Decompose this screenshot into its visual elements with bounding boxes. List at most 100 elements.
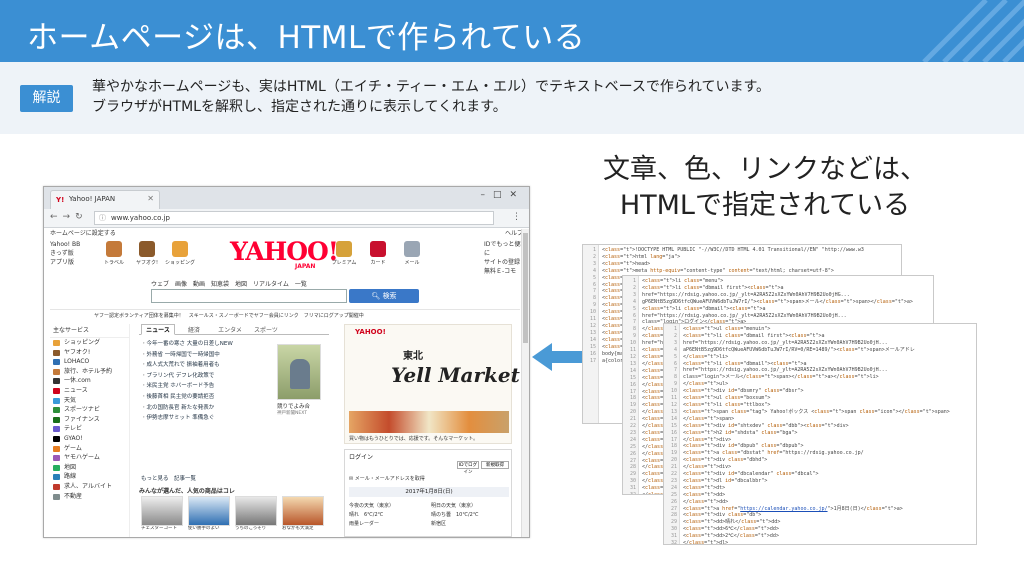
weather-today[interactable]: 今夜の天気（東京） 晴れ 6℃/2℃ 雨量レーダー xyxy=(349,502,394,529)
left-link-app[interactable]: アプリ版 xyxy=(50,258,80,267)
popular-item[interactable]: うちのこっそり xyxy=(235,496,277,532)
search-button[interactable]: 🔍︎ 検索 xyxy=(349,289,419,303)
sidebar-item[interactable]: ニュース xyxy=(50,386,129,396)
sidebar-item[interactable]: 旅行、ホテル予約 xyxy=(50,367,129,377)
sidebar-item-label: ファイナンス xyxy=(64,415,100,423)
cart-icon xyxy=(172,241,188,257)
sidebar-item-label: 路線 xyxy=(64,473,77,481)
browser-menu-icon[interactable]: ⋮ xyxy=(512,212,521,222)
service-travel[interactable]: トラベル xyxy=(99,241,129,266)
sidebar-item[interactable]: 一休.com xyxy=(50,376,129,386)
login-button[interactable]: IDでログイン xyxy=(457,461,479,475)
sidebar-item-label: ヤモハゲーム xyxy=(64,454,100,462)
mail-link[interactable]: ✉ メール・メールアドレスを取得 xyxy=(349,475,509,483)
service-card[interactable]: カード xyxy=(363,241,393,266)
tab-close-icon[interactable]: ✕ xyxy=(147,194,154,203)
caption-line-1: 文章、色、リンクなどは、 xyxy=(603,154,927,185)
sidebar-item[interactable]: ショッピング xyxy=(50,338,129,348)
url-field[interactable]: ⓘ www.yahoo.co.jp xyxy=(94,211,494,225)
sidebar-item-label: テレビ xyxy=(64,425,83,433)
page-info-icon: ⓘ xyxy=(99,214,106,222)
nav-buttons[interactable]: ←→↻ xyxy=(50,212,88,222)
sidebar-item-label: GYAO! xyxy=(64,434,83,442)
news-photo[interactable] xyxy=(277,344,321,400)
news-item[interactable]: 伊勢志摩サミット 準備急ぐ xyxy=(141,413,269,424)
news-item[interactable]: 成人式大荒れで 振袖着用者も xyxy=(141,360,269,371)
tab-entertainment[interactable]: エンタメ xyxy=(213,325,247,334)
yahoo-sidebar: 主なサービス ショッピング ヤフオク! LOHACO 旅行、ホテル予約 一休.com ニュ… xyxy=(50,324,130,537)
search-input[interactable] xyxy=(151,289,347,303)
yell-market-ad[interactable]: YAHOO! 東北 Yell Market 買い物はもうひとりでは、応援です。そ… xyxy=(344,324,520,444)
service-auction[interactable]: ヤフオク! xyxy=(132,241,162,266)
explanation-box: 解説 華やかなホームページも、実はHTML（エイチ・ティー・エム・エル）でテキス… xyxy=(0,62,1024,134)
window-controls[interactable]: –□✕ xyxy=(480,190,525,200)
ad-food-image xyxy=(349,411,509,433)
sidebar-item-label: ヤフオク! xyxy=(64,348,91,356)
popular-item[interactable]: おなかも大満足 xyxy=(282,496,324,532)
sidebar-item[interactable]: ヤモハゲーム xyxy=(50,453,129,463)
service-mail[interactable]: メール xyxy=(397,241,427,266)
yahoo-favicon-icon: Y! xyxy=(56,196,65,204)
news-item[interactable]: 今年一番の寒さ 大量の日差しNEW xyxy=(141,339,269,350)
search-tabs[interactable]: ウェブ 画像 動画 知恵袋 地図 リアルタイム 一覧 xyxy=(151,279,307,288)
tab-news[interactable]: ニュース xyxy=(141,324,175,335)
slide-title: ホームページは、HTMLで作られている xyxy=(27,20,586,56)
explanation-badge: 解説 xyxy=(20,85,73,112)
scrollbar-thumb[interactable] xyxy=(523,233,528,343)
sidebar-item[interactable]: 地図 xyxy=(50,463,129,473)
sidebar-item-label: スポーツナビ xyxy=(64,406,100,414)
popular-item[interactable]: チェスターコート xyxy=(141,496,183,532)
service-icon xyxy=(53,397,60,404)
sidebar-item[interactable]: 天気 xyxy=(50,396,129,406)
sidebar-item[interactable]: ファイナンス xyxy=(50,415,129,425)
scrollbar[interactable] xyxy=(521,229,529,537)
sidebar-item[interactable]: スポーツナビ xyxy=(50,405,129,415)
service-icon xyxy=(53,368,60,375)
tab-sports[interactable]: スポーツ xyxy=(249,325,283,334)
yahoo-logo-sub: JAPAN xyxy=(295,263,316,270)
left-link-bb[interactable]: Yahoo! BB xyxy=(50,240,80,249)
news-item[interactable]: 米民主党 ホバーボード予告 xyxy=(141,381,269,392)
set-homepage-link[interactable]: ホームページに設定する xyxy=(50,230,116,237)
weather-tomorrow[interactable]: 明日の天気（東京） 晴のち曇 10℃/2℃ 新宿区 xyxy=(431,502,478,529)
sidebar-item[interactable]: 不動産 xyxy=(50,492,129,502)
mail-icon: ✉ xyxy=(349,476,354,482)
news-item[interactable]: 北の国防長官 新たな発表か xyxy=(141,403,269,414)
photo-credit: 神戸新聞NEXT xyxy=(277,411,307,416)
sidebar-item[interactable]: 路線 xyxy=(50,472,129,482)
popular-items: チェスターコート 使い勝手のよい うちのこっそり おなかも大満足 xyxy=(141,496,331,537)
service-shopping[interactable]: ショッピング xyxy=(165,241,195,266)
popular-item[interactable]: 使い勝手のよい xyxy=(188,496,230,532)
tab-economy[interactable]: 経済 xyxy=(177,325,211,334)
register-button[interactable]: 新規取得 xyxy=(481,461,509,469)
browser-tab[interactable]: Y! Yahoo! JAPAN ✕ xyxy=(50,190,160,209)
service-icon xyxy=(53,416,60,423)
ad-caption: 買い物はもうひとりでは、応援です。そんなマーケット。 xyxy=(349,436,479,442)
promo-links[interactable]: ヤフー認定ボランティア団体を募集中！ スキールス・スノーボードでヤフー会員にリン… xyxy=(94,312,364,319)
photo-caption[interactable]: 競りでよみ合 xyxy=(277,402,310,410)
service-icon xyxy=(53,493,60,500)
news-item[interactable]: プラリン代 デフレ化政策で xyxy=(141,371,269,382)
sidebar-item[interactable]: 求人、アルバイト xyxy=(50,482,129,492)
news-item[interactable]: 外務省 一時帰国で一時帰国中 xyxy=(141,350,269,361)
yahoo-left-links: Yahoo! BB きっず版 アプリ版 xyxy=(50,240,80,267)
caption: 文章、色、リンクなどは、 HTMLで指定されている xyxy=(590,152,940,224)
news-item[interactable]: 後藤首相 民主党の要請拒否 xyxy=(141,392,269,403)
sidebar-item[interactable]: テレビ xyxy=(50,424,129,434)
sidebar-item[interactable]: LOHACO xyxy=(50,357,129,367)
news-more-link[interactable]: もっと見る 記事一覧 xyxy=(141,474,196,482)
sidebar-item[interactable]: ゲーム xyxy=(50,444,129,454)
sidebar-item-label: 地図 xyxy=(64,463,77,471)
date-bar: 2017年1月8日(日) xyxy=(349,487,509,497)
service-icon xyxy=(53,426,60,433)
tab-title: Yahoo! JAPAN xyxy=(69,195,116,203)
sidebar-item-label: LOHACO xyxy=(64,358,90,366)
left-link-kids[interactable]: きっず版 xyxy=(50,249,80,258)
yahoo-logo[interactable]: YAHOO! xyxy=(230,237,339,266)
explanation-line-2: ブラウザがHTMLを解釈し、指定された通りに表示してくれます。 xyxy=(92,99,507,115)
sidebar-item-label: 一休.com xyxy=(64,377,91,385)
popular-title: みんなが選んだ、人気の商品はコレ xyxy=(139,488,235,495)
sidebar-item[interactable]: GYAO! xyxy=(50,434,129,444)
sidebar-item[interactable]: ヤフオク! xyxy=(50,348,129,358)
sidebar-item-label: 不動産 xyxy=(64,492,83,500)
